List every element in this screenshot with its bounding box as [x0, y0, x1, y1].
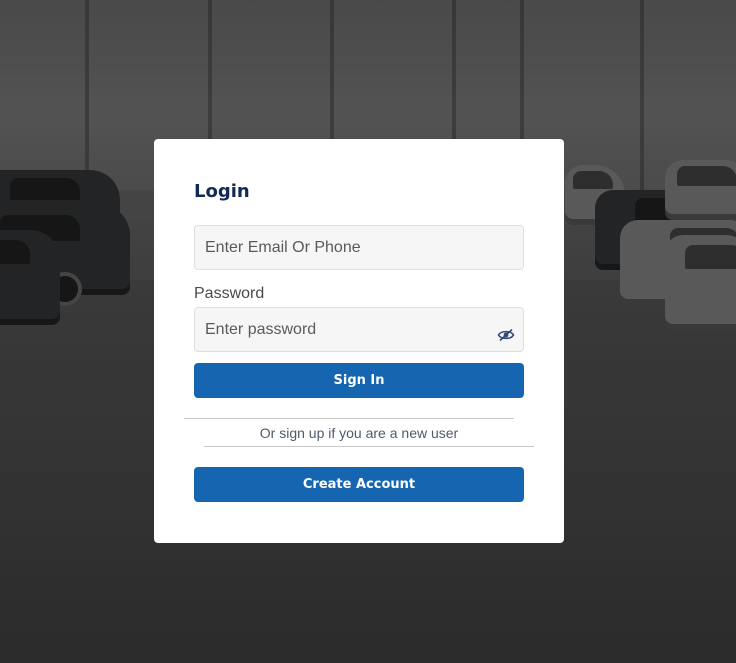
login-title: Login	[194, 181, 250, 202]
password-input[interactable]	[194, 307, 524, 352]
create-account-button[interactable]: Create Account	[194, 467, 524, 502]
eye-slash-icon[interactable]	[497, 328, 515, 342]
login-card: Login Password Sign In Or sign up if you…	[154, 139, 564, 543]
password-label: Password	[194, 285, 265, 302]
email-input[interactable]	[194, 225, 524, 270]
sign-in-button[interactable]: Sign In	[194, 363, 524, 398]
signup-prompt-text: Or sign up if you are a new user	[259, 425, 459, 441]
divider-line	[204, 446, 534, 447]
divider-line	[184, 418, 514, 419]
